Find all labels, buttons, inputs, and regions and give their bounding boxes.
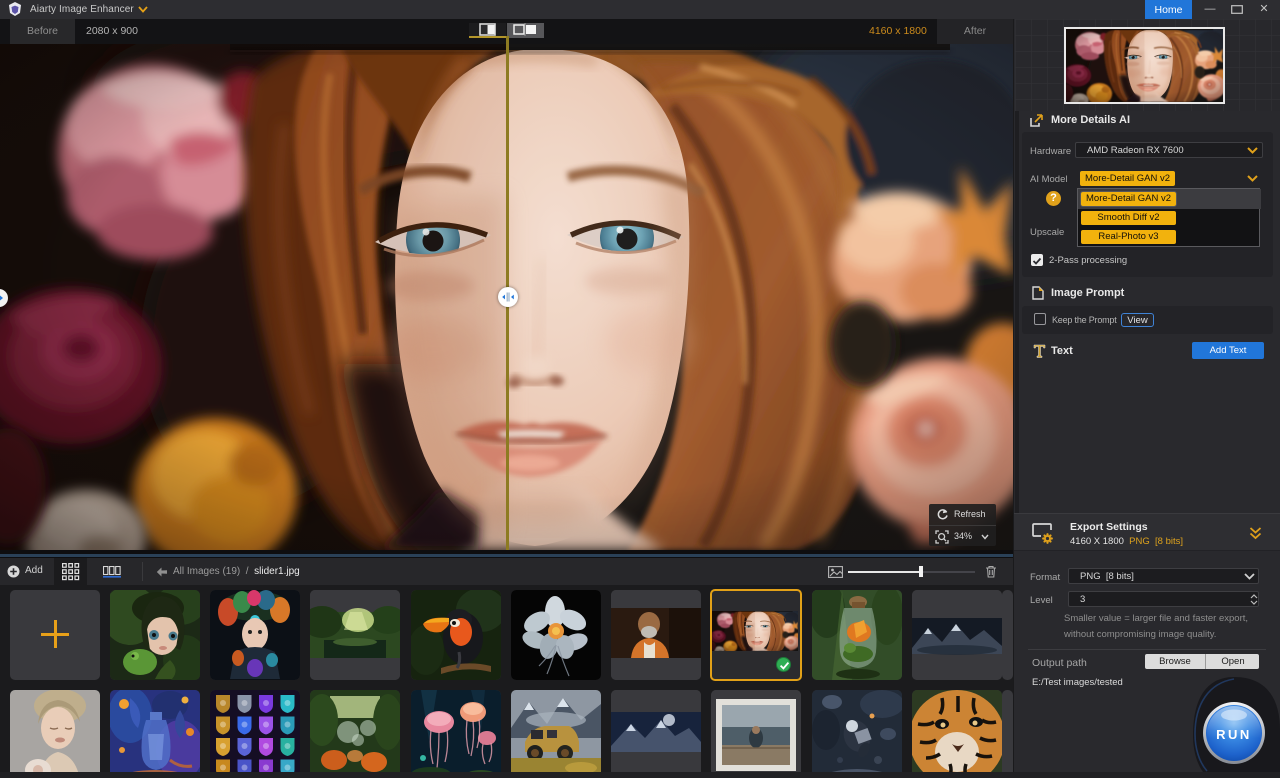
- svg-text:RUN: RUN: [1216, 727, 1252, 742]
